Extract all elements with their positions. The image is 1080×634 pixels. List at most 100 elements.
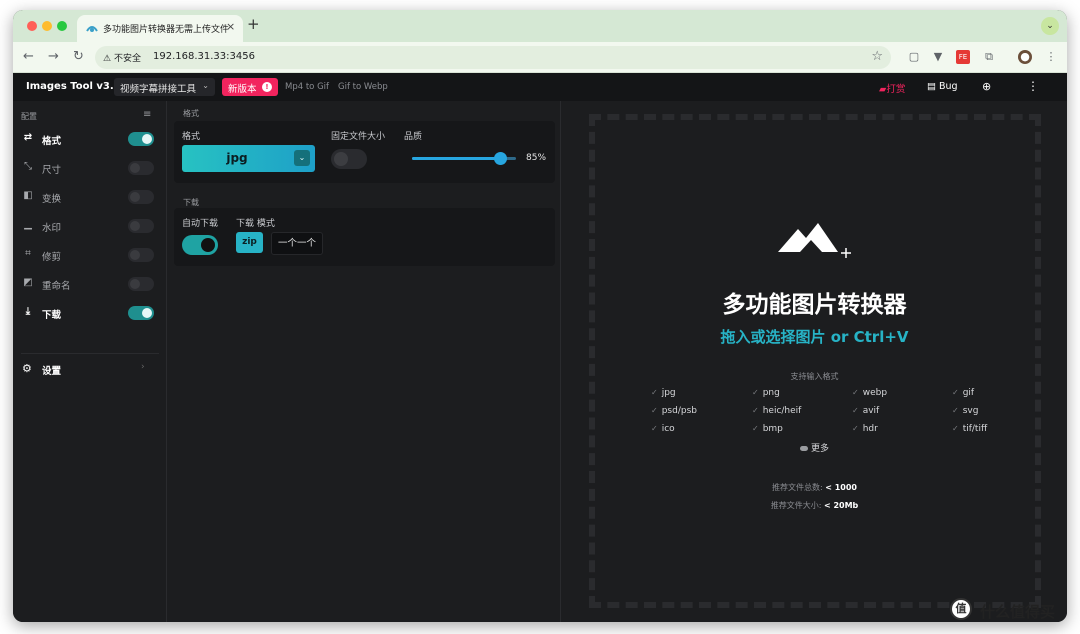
auto-download-toggle[interactable] (182, 235, 218, 255)
check-icon: ✓ (752, 406, 759, 415)
transform-toggle[interactable] (128, 190, 154, 204)
dropzone-title: 多功能图片转换器 (722, 292, 907, 318)
reward-button[interactable]: ▰打赏 (879, 81, 905, 95)
size-toggle[interactable] (128, 161, 154, 175)
quality-slider-handle[interactable] (494, 152, 508, 165)
reload-icon[interactable]: ↻ (73, 50, 84, 64)
sidebar-item-crop[interactable]: ⌗ 修剪 (13, 243, 167, 267)
extensions-puzzle-icon[interactable]: ⧉ (982, 50, 996, 64)
tool-select-dropdown[interactable]: 视频字幕拼接工具 ⌄ (114, 78, 215, 96)
new-tab-button[interactable]: + (247, 17, 260, 32)
rename-toggle[interactable] (128, 277, 154, 291)
crop-toggle[interactable] (128, 248, 154, 262)
back-arrow-icon[interactable]: ← (23, 50, 34, 64)
link-gif-to-webp[interactable]: Gif to Webp (338, 82, 388, 92)
sidebar-item-rename[interactable]: ◩ 重命名 (13, 272, 167, 296)
download-icon: ⤓ (25, 306, 31, 317)
sidebar-item-label: 水印 (42, 223, 62, 234)
dropzone-subtitle: 拖入或选择图片 or Ctrl+V (720, 328, 909, 346)
new-version-button[interactable]: 新版本 ! (222, 78, 278, 96)
dropzone-border[interactable] (589, 114, 1041, 608)
one-by-one-mode-button[interactable]: 一个一个 (271, 232, 323, 255)
hamburger-menu-icon[interactable]: ≡ (143, 109, 151, 120)
quality-slider[interactable] (412, 152, 516, 165)
format-item: ✓ gif (952, 388, 975, 398)
minimize-window-button[interactable] (42, 21, 52, 31)
sidebar-item-settings[interactable]: ⚙ 设置 › (13, 357, 167, 381)
bookmark-star-icon[interactable]: ☆ (871, 49, 883, 64)
fixed-size-toggle[interactable] (331, 149, 367, 169)
format-item: ✓ heic/heif (752, 406, 802, 416)
watermark-toggle[interactable] (128, 219, 154, 233)
tool-select-label: 视频字幕拼接工具 (120, 84, 197, 95)
zip-mode-button[interactable]: zip (236, 232, 263, 253)
sidebar-item-size[interactable]: ⤡ 尺寸 (13, 156, 167, 180)
download-section-label: 下载 (183, 198, 199, 207)
format-item: ✓ webp (852, 388, 888, 398)
image-upload-icon (778, 223, 851, 258)
format-card: 格式 jpg ⌄ 固定文件大小 品质 85% (174, 121, 555, 183)
sidebar-item-label: 下载 (42, 310, 62, 321)
link-mp4-to-gif[interactable]: Mp4 to Gif (285, 82, 329, 92)
fixed-size-label: 固定文件大小 (331, 132, 386, 142)
extension-v-icon[interactable]: ▼ (931, 50, 945, 64)
sidebar-item-watermark[interactable]: ▁ 水印 (13, 214, 167, 238)
check-icon: ✓ (752, 424, 759, 433)
sidebar-item-download[interactable]: ⤓ 下载 (13, 301, 167, 325)
tab-close-icon[interactable]: × (226, 20, 235, 33)
bug-report-button[interactable]: ▤ Bug (927, 81, 958, 92)
transform-icon: ◧ (23, 190, 33, 201)
app-title[interactable]: Images Tool v3.0 (26, 81, 121, 92)
format-item: ✓ svg (952, 406, 979, 416)
browser-tab[interactable]: 多功能图片转换器无需上传文件 × (77, 15, 243, 42)
check-icon: ✓ (752, 388, 759, 397)
download-card: 自动下载 下载 模式 zip 一个一个 (174, 208, 555, 266)
new-version-label: 新版本 (228, 84, 257, 95)
more-formats-link[interactable]: 更多 (562, 441, 1067, 454)
sidebar-item-transform[interactable]: ◧ 变换 (13, 185, 167, 209)
recommended-file-size: 推荐文件大小: < 20Mb (770, 501, 859, 510)
extension-fe-icon[interactable]: FE (956, 50, 970, 64)
maximize-window-button[interactable] (57, 21, 67, 31)
format-item: ✓ bmp (752, 424, 783, 434)
check-icon: ✓ (852, 406, 859, 415)
address-bar[interactable]: ⚠ 不安全 192.168.31.33:3456 ☆ (95, 46, 891, 69)
tab-search-chevron-icon[interactable]: ⌄ (1041, 17, 1059, 35)
profile-avatar[interactable]: ● (1018, 50, 1032, 64)
globe-icon[interactable]: ⊕ (982, 80, 991, 93)
format-item: ✓ psd/psb (651, 406, 697, 416)
forward-arrow-icon[interactable]: → (48, 50, 59, 64)
sidebar-item-label: 修剪 (42, 252, 62, 263)
download-toggle[interactable] (128, 306, 154, 320)
sidebar-item-format[interactable]: ⇄ 格式 (13, 127, 167, 151)
insecure-warning[interactable]: ⚠ 不安全 (103, 51, 141, 64)
more-options-icon[interactable]: ⋮ (1027, 79, 1039, 93)
recommended-file-count: 推荐文件总数: < 1000 (771, 483, 857, 492)
resize-icon: ⤡ (24, 161, 32, 172)
check-icon: ✓ (852, 424, 859, 433)
auto-download-label: 自动下载 (182, 219, 219, 229)
close-window-button[interactable] (27, 21, 37, 31)
gear-icon: ⚙ (22, 362, 32, 375)
format-section-label: 格式 (183, 109, 199, 118)
toggle-icon (799, 446, 808, 451)
app-header: Images Tool v3.0 视频字幕拼接工具 ⌄ 新版本 ! Mp4 to… (13, 73, 1067, 101)
dropzone-area[interactable]: 多功能图片转换器 拖入或选择图片 or Ctrl+V 支持输入格式 ✓ jpg ✓… (562, 101, 1067, 622)
format-select[interactable]: jpg ⌄ (182, 145, 315, 172)
browser-tab-bar: 多功能图片转换器无需上传文件 × + ⌄ (13, 10, 1067, 42)
browser-menu-icon[interactable]: ⋮ (1044, 50, 1058, 64)
chevron-down-icon: ⌄ (202, 81, 209, 90)
bug-label: Bug (939, 81, 958, 92)
swap-icon: ⇄ (23, 132, 33, 143)
chevron-down-icon: ⌄ (294, 150, 310, 166)
format-item: ✓ png (752, 388, 780, 398)
check-icon: ✓ (651, 388, 658, 397)
format-toggle[interactable] (128, 132, 154, 146)
extension-square-icon[interactable]: ▢ (907, 50, 921, 64)
insecure-label: 不安全 (113, 54, 141, 64)
sidebar-item-label: 重命名 (42, 281, 71, 292)
format-label: 格式 (182, 132, 201, 142)
format-item: ✓ hdr (852, 424, 878, 434)
supported-formats-title: 支持输入格式 (790, 372, 839, 381)
url-text[interactable]: 192.168.31.33:3456 (153, 51, 255, 62)
